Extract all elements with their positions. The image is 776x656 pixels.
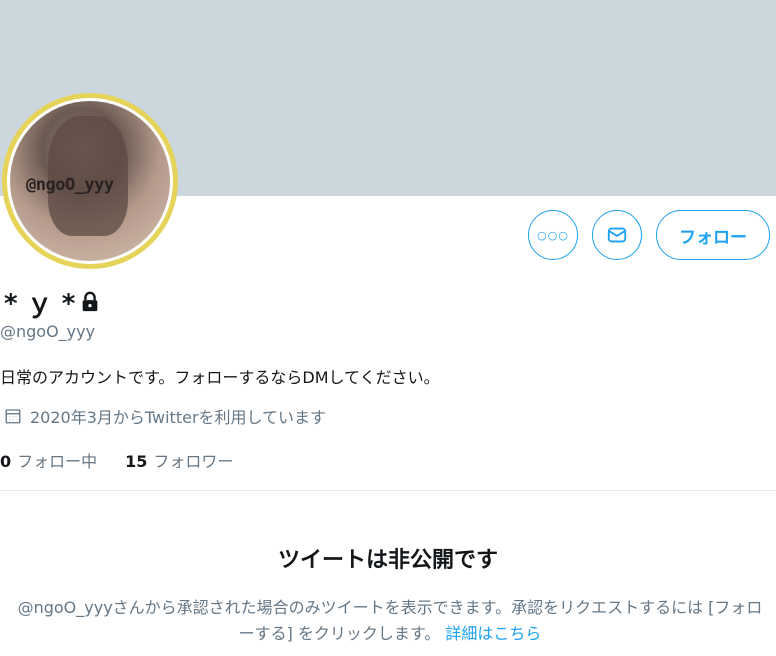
display-name: * ｙ * <box>4 283 101 320</box>
mail-icon <box>607 227 627 243</box>
profile-bio: 日常のアカウントです。フォローするならDMしてください。 <box>0 368 440 387</box>
follow-button[interactable]: フォロー <box>656 210 770 260</box>
joined-text: 2020年3月からTwitterを利用しています <box>30 408 327 427</box>
learn-more-link[interactable]: 詳細はこちら <box>445 624 541 643</box>
private-notice-text: @ngoO_yyyさんから承認された場合のみツイートを表示できます。承認をリクエ… <box>17 598 763 643</box>
private-notice-description: @ngoO_yyyさんから承認された場合のみツイートを表示できます。承認をリクエ… <box>14 595 766 647</box>
profile-actions: ○○○ フォロー <box>528 210 770 260</box>
lock-icon <box>82 291 98 311</box>
avatar-photo: @ngoO_yyy <box>10 101 170 261</box>
message-button[interactable] <box>592 210 642 260</box>
avatar-tag-text: @ngoO_yyy <box>26 175 114 195</box>
following-count: 0 <box>0 452 12 471</box>
followers-count: 15 <box>125 452 148 471</box>
profile-avatar[interactable]: @ngoO_yyy <box>2 93 178 269</box>
joined-date: 2020年3月からTwitterを利用しています <box>4 404 326 428</box>
calendar-icon <box>5 409 21 424</box>
private-notice-title: ツイートは非公開です <box>277 548 498 573</box>
follow-stats: 0 フォロー中 15 フォロワー <box>0 448 233 472</box>
followers-link[interactable]: 15 フォロワー <box>125 448 233 472</box>
display-name-text: * ｙ * <box>4 289 76 319</box>
following-link[interactable]: 0 フォロー中 <box>0 448 97 472</box>
following-label: フォロー中 <box>17 452 98 471</box>
more-button[interactable]: ○○○ <box>528 210 578 260</box>
followers-label: フォロワー <box>153 452 234 471</box>
more-icon: ○○○ <box>537 228 569 242</box>
section-divider <box>0 490 776 491</box>
profile-handle: @ngoO_yyy <box>0 322 96 341</box>
